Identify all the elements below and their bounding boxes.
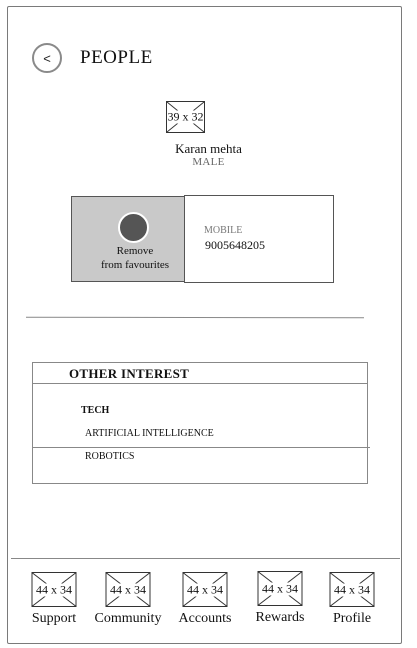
profile-icon-size: 44 x 34 xyxy=(330,583,374,596)
nav-label-community: Community xyxy=(94,611,162,626)
remove-favourite-label[interactable]: Remove from favourites xyxy=(96,244,174,272)
back-button[interactable]: < xyxy=(32,43,62,73)
support-icon-size: 44 x 34 xyxy=(32,583,76,596)
nav-label-support: Support xyxy=(31,611,77,626)
rewards-icon: 44 x 34 xyxy=(257,571,303,606)
community-icon-size: 44 x 34 xyxy=(106,583,150,596)
rewards-icon-size: 44 x 34 xyxy=(258,582,302,595)
nav-label-accounts: Accounts xyxy=(178,611,232,626)
bottom-nav-divider xyxy=(11,558,400,559)
accounts-icon-size: 44 x 34 xyxy=(183,583,227,596)
interest-category: TECH xyxy=(81,405,110,416)
interest-item[interactable]: ARTIFICIAL INTELLIGENCE xyxy=(85,428,214,439)
interests-header-divider xyxy=(32,383,368,384)
favourite-toggle-icon[interactable] xyxy=(118,212,149,243)
nav-item-accounts[interactable]: 44 x 34 Accounts xyxy=(170,572,240,632)
remove-favourite-label-line1: Remove xyxy=(116,245,154,257)
nav-label-profile: Profile xyxy=(332,611,372,626)
person-name: Karan mehta xyxy=(175,141,242,156)
nav-label-rewards: Rewards xyxy=(255,610,305,625)
remove-favourite-label-line2: from favourites xyxy=(100,259,170,271)
nav-item-rewards[interactable]: 44 x 34 Rewards xyxy=(245,571,315,631)
nav-item-community[interactable]: 44 x 34 Community xyxy=(93,572,163,632)
support-icon: 44 x 34 xyxy=(31,572,77,607)
profile-icon: 44 x 34 xyxy=(329,572,375,607)
nav-item-profile[interactable]: 44 x 34 Profile xyxy=(317,572,387,632)
accounts-icon: 44 x 34 xyxy=(182,572,228,607)
community-icon: 44 x 34 xyxy=(105,572,151,607)
interests-title: OTHER INTEREST xyxy=(69,366,190,381)
mobile-label: MOBILE xyxy=(204,225,243,236)
person-gender: MALE xyxy=(192,156,225,168)
avatar: 39 x 32 xyxy=(166,101,205,133)
back-icon: < xyxy=(43,50,51,66)
nav-item-support[interactable]: 44 x 34 Support xyxy=(19,572,89,632)
interest-item[interactable]: ROBOTICS xyxy=(85,451,134,462)
avatar-size-label: 39 x 32 xyxy=(167,109,204,124)
page-title: PEOPLE xyxy=(80,47,153,68)
mobile-number[interactable]: 9005648205 xyxy=(205,238,265,253)
interest-row-divider xyxy=(32,447,370,448)
